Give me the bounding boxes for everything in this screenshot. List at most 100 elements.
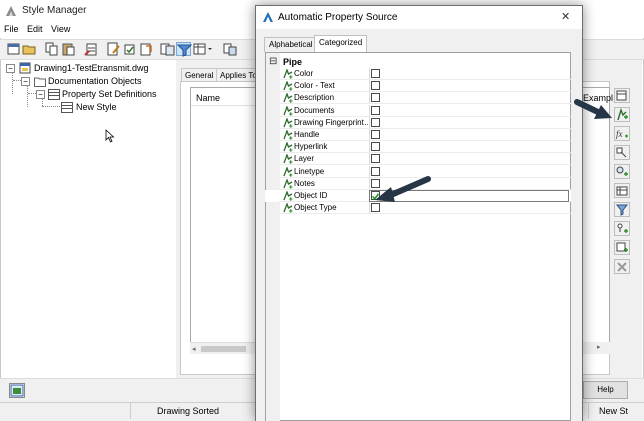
style-icon — [61, 102, 73, 113]
name-column-header[interactable]: Name — [196, 93, 220, 103]
toggle-view-icon[interactable] — [193, 42, 213, 56]
automatic-property-icon — [283, 68, 293, 79]
property-checkbox[interactable] — [371, 154, 380, 164]
collapse-category-icon[interactable]: ⊟ — [269, 56, 277, 67]
tab-applies-to[interactable]: Applies To — [216, 68, 256, 82]
status-drawing-sorted: Drawing Sorted — [157, 406, 220, 416]
add-classification-icon[interactable] — [614, 145, 630, 160]
tree-label: Drawing1-TestEtransmit.dwg — [34, 63, 149, 73]
dialog-title-bar: Automatic Property Source ✕ — [256, 6, 582, 29]
list-view-right: Exampl — [583, 87, 613, 354]
automatic-property-icon — [283, 153, 293, 165]
automatic-property-icon — [283, 141, 293, 152]
automatic-property-icon — [283, 116, 293, 128]
set-current-icon[interactable] — [122, 42, 137, 56]
menu-edit[interactable]: Edit — [27, 24, 43, 34]
property-checkbox[interactable] — [371, 93, 380, 103]
property-checkbox[interactable] — [371, 69, 380, 78]
tab-general[interactable]: General — [181, 68, 218, 82]
property-row[interactable]: Documents — [265, 104, 571, 117]
category-row[interactable]: ⊟ Pipe — [265, 56, 571, 68]
add-anchor-property-icon[interactable] — [614, 240, 630, 255]
svg-text:fx: fx — [616, 129, 623, 139]
add-material-property-icon[interactable] — [614, 202, 630, 217]
automatic-property-icon — [283, 129, 293, 140]
property-row[interactable]: Hyperlink — [265, 141, 571, 154]
tab-categorized[interactable]: Categorized — [314, 35, 368, 52]
open-folder-icon[interactable] — [22, 42, 37, 56]
drawing-toggle-icon[interactable] — [9, 383, 25, 398]
automatic-property-icon — [283, 177, 293, 189]
tab-alphabetical[interactable]: Alphabetical — [264, 37, 318, 52]
tree-label: Property Set Definitions — [62, 89, 157, 99]
collapse-toggle-icon[interactable]: − — [6, 64, 15, 73]
category-label: Pipe — [283, 57, 303, 67]
synchronize-icon[interactable] — [139, 42, 154, 56]
tree-item-new-style[interactable]: New Style — [2, 101, 172, 114]
property-set-icon[interactable] — [160, 42, 175, 56]
property-row[interactable]: Handle — [265, 129, 571, 141]
new-drawing-icon[interactable] — [6, 42, 21, 56]
property-row[interactable]: Color — [265, 68, 571, 80]
property-row[interactable]: Drawing Fingerprint… — [265, 116, 571, 129]
purge-styles-icon[interactable] — [84, 42, 99, 56]
remove-property-icon[interactable] — [614, 259, 630, 274]
add-project-property-icon[interactable] — [614, 221, 630, 236]
tree-item-drawing[interactable]: − Drawing1-TestEtransmit.dwg — [2, 62, 172, 75]
automatic-property-icon — [283, 202, 293, 213]
property-row[interactable]: Layer — [265, 153, 571, 166]
menu-file[interactable]: File — [4, 24, 19, 34]
style-manager-icon[interactable] — [222, 42, 237, 56]
edit-style-icon[interactable] — [106, 42, 121, 56]
annotation-arrow-add-property-icon — [574, 99, 612, 119]
autodesk-a-icon — [262, 11, 274, 23]
scroll-thumb[interactable] — [201, 346, 246, 352]
property-checkbox[interactable] — [371, 105, 380, 115]
folder-icon — [34, 76, 46, 87]
property-checkbox[interactable] — [371, 142, 380, 152]
property-checkbox[interactable] — [371, 81, 380, 91]
property-checkbox[interactable] — [371, 130, 380, 139]
add-property-icon[interactable] — [614, 88, 630, 103]
horizontal-scrollbar[interactable]: ◂ — [190, 342, 256, 354]
window-title: Style Manager — [22, 5, 87, 16]
automatic-property-icon — [283, 165, 293, 177]
close-icon[interactable]: ✕ — [561, 10, 570, 23]
tree-label: Documentation Objects — [48, 76, 142, 86]
automatic-property-icon — [283, 92, 293, 104]
property-set-definitions-icon — [48, 89, 60, 100]
property-row[interactable]: Color - Text — [265, 80, 571, 93]
tree-item-documentation-objects[interactable]: − Documentation Objects — [2, 75, 172, 88]
drawing-file-icon — [19, 62, 31, 74]
property-definitions-list[interactable]: Name — [190, 87, 256, 354]
scroll-left-icon[interactable]: ◂ — [192, 345, 196, 353]
paste-icon[interactable] — [61, 42, 76, 56]
menu-view[interactable]: View — [51, 24, 70, 34]
help-button[interactable]: Help — [583, 381, 628, 399]
status-divider — [130, 403, 131, 419]
status-divider — [588, 403, 589, 419]
app-icon — [5, 5, 17, 17]
dialog-title: Automatic Property Source — [278, 12, 398, 23]
style-tree: − Drawing1-TestEtransmit.dwg − Documenta… — [2, 60, 174, 378]
automatic-property-icon — [283, 80, 293, 91]
status-current-style: New St — [599, 406, 629, 416]
filter-style-icon[interactable] — [176, 42, 192, 57]
add-formula-property-icon[interactable]: fx — [614, 126, 630, 141]
scroll-right-icon[interactable]: ▸ — [597, 343, 601, 351]
property-checkbox[interactable] — [371, 117, 380, 127]
collapse-toggle-icon[interactable]: − — [21, 77, 30, 86]
horizontal-scrollbar-right[interactable]: ▸ — [583, 342, 610, 354]
copy-icon[interactable] — [44, 42, 59, 56]
collapse-toggle-icon[interactable]: − — [36, 90, 45, 99]
add-graphic-property-icon[interactable] — [614, 164, 630, 179]
property-row[interactable]: Description — [265, 92, 571, 105]
tree-item-property-set-definitions[interactable]: − Property Set Definitions — [2, 88, 172, 101]
automatic-property-icon — [283, 104, 293, 116]
mouse-cursor-icon — [105, 129, 115, 143]
annotation-arrow-object-id-icon — [375, 176, 431, 202]
list-header: Name — [191, 88, 255, 106]
add-location-property-icon[interactable] — [614, 183, 630, 198]
add-automatic-property-icon[interactable] — [614, 107, 630, 122]
row-divider — [279, 213, 571, 215]
